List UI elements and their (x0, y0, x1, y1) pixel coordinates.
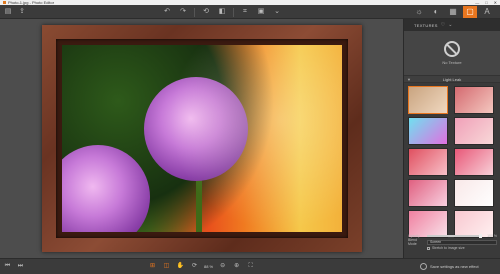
zoom-out-icon[interactable]: ⊖ (218, 262, 227, 271)
texture-settings: Opacity 100 % Blend Mode Screen Stretch … (404, 233, 500, 251)
no-texture-label: No Texture (442, 60, 462, 65)
no-texture-icon (444, 41, 460, 57)
opacity-slider[interactable] (427, 234, 482, 238)
opacity-slider-knob[interactable] (479, 234, 482, 238)
texture-thumbnails (404, 83, 500, 241)
effects-icon[interactable]: ◐ (429, 6, 443, 18)
status-bar: ⏮ ⏭ ⊞ ◫ ✋ ⟳ 88 % ⊖ ⊕ ⛶ Save settings as … (0, 258, 500, 274)
heart-icon[interactable]: ♡ (441, 22, 445, 28)
texture-thumbnail[interactable] (408, 86, 448, 114)
photo-image[interactable] (62, 45, 342, 232)
canvas-area[interactable] (0, 19, 403, 258)
texture-thumbnail[interactable] (408, 148, 448, 176)
blend-mode-label: Blend Mode (408, 238, 417, 246)
history-icon[interactable]: ⟲ (201, 7, 211, 17)
compare-icon[interactable]: ◫ (162, 262, 171, 271)
rotate-icon[interactable]: ▣ (256, 7, 266, 17)
crop-icon[interactable]: ⌗ (240, 7, 250, 17)
toolbar-right: ☼ ◐ ▦ ▢ A (412, 6, 494, 18)
blend-mode-select[interactable]: Screen (427, 239, 497, 245)
textures-panel: TEXTURES ♡ ⌄ No Texture ▼ Light Leak Opa… (403, 19, 500, 258)
frame-inner-edge (56, 39, 348, 238)
adjust-icon[interactable]: ☼ (412, 6, 426, 18)
no-texture-option[interactable]: No Texture (404, 31, 500, 75)
zoom-level[interactable]: 88 % (204, 264, 213, 269)
save-effect-icon[interactable] (420, 263, 427, 270)
texture-thumbnail[interactable] (454, 117, 494, 145)
texture-thumbnail[interactable] (408, 117, 448, 145)
hand-icon[interactable]: ✋ (176, 262, 185, 271)
chevron-down-icon[interactable]: ⌄ (448, 22, 452, 28)
redo-icon[interactable]: ↷ (178, 7, 188, 17)
before-after-icon[interactable]: ◧ (217, 7, 227, 17)
toolbar-center: ↶ ↷ ⟲ ◧ ⌗ ▣ ⌄ (162, 7, 282, 17)
texture-thumbnail[interactable] (454, 86, 494, 114)
blend-row: Blend Mode Screen (408, 238, 497, 246)
collapse-arrow-icon: ▼ (407, 76, 411, 82)
texture-thumbnail[interactable] (454, 179, 494, 207)
next-icon[interactable]: ⏭ (16, 262, 25, 271)
export-icon[interactable]: ⇪ (17, 7, 27, 17)
save-effect-link[interactable]: Save settings as new effect (430, 264, 479, 269)
text-icon[interactable]: A (480, 6, 494, 18)
category-header[interactable]: ▼ Light Leak (404, 75, 500, 83)
textures-icon[interactable]: ▦ (446, 6, 460, 18)
previous-icon[interactable]: ⏮ (3, 262, 12, 271)
fit-icon[interactable]: ⊞ (148, 262, 157, 271)
opacity-slider-fill (427, 235, 482, 237)
texture-thumbnail[interactable] (408, 179, 448, 207)
toolbar-divider (194, 7, 195, 17)
more-icon[interactable]: ⌄ (272, 7, 282, 17)
toolbar-left: ▤ ⇪ (3, 7, 27, 17)
light-leak-overlay (62, 45, 342, 232)
category-label: Light Leak (442, 76, 462, 82)
texture-thumbnail[interactable] (454, 148, 494, 176)
open-icon[interactable]: ▤ (3, 7, 13, 17)
statusbar-right: Save settings as new effect (420, 263, 479, 270)
frames-icon[interactable]: ▢ (463, 6, 477, 18)
stretch-checkbox[interactable] (427, 246, 430, 250)
rotate-view-icon[interactable]: ⟳ (190, 262, 199, 271)
toolbar: ▤ ⇪ ↶ ↷ ⟲ ◧ ⌗ ▣ ⌄ ☼ ◐ ▦ ▢ A (0, 5, 500, 19)
statusbar-center: ⊞ ◫ ✋ ⟳ 88 % ⊖ ⊕ ⛶ (148, 262, 255, 271)
statusbar-left: ⏮ ⏭ (3, 262, 25, 271)
panel-header: TEXTURES ♡ ⌄ (404, 19, 500, 31)
undo-icon[interactable]: ↶ (162, 7, 172, 17)
wooden-frame (42, 25, 362, 252)
toolbar-divider (233, 7, 234, 17)
fullscreen-icon[interactable]: ⛶ (246, 262, 255, 271)
stretch-label: Stretch to image size (432, 246, 465, 250)
panel-header-label: TEXTURES (414, 22, 438, 28)
app-logo-icon (3, 1, 6, 4)
zoom-in-icon[interactable]: ⊕ (232, 262, 241, 271)
opacity-value: 100 % (487, 234, 497, 238)
